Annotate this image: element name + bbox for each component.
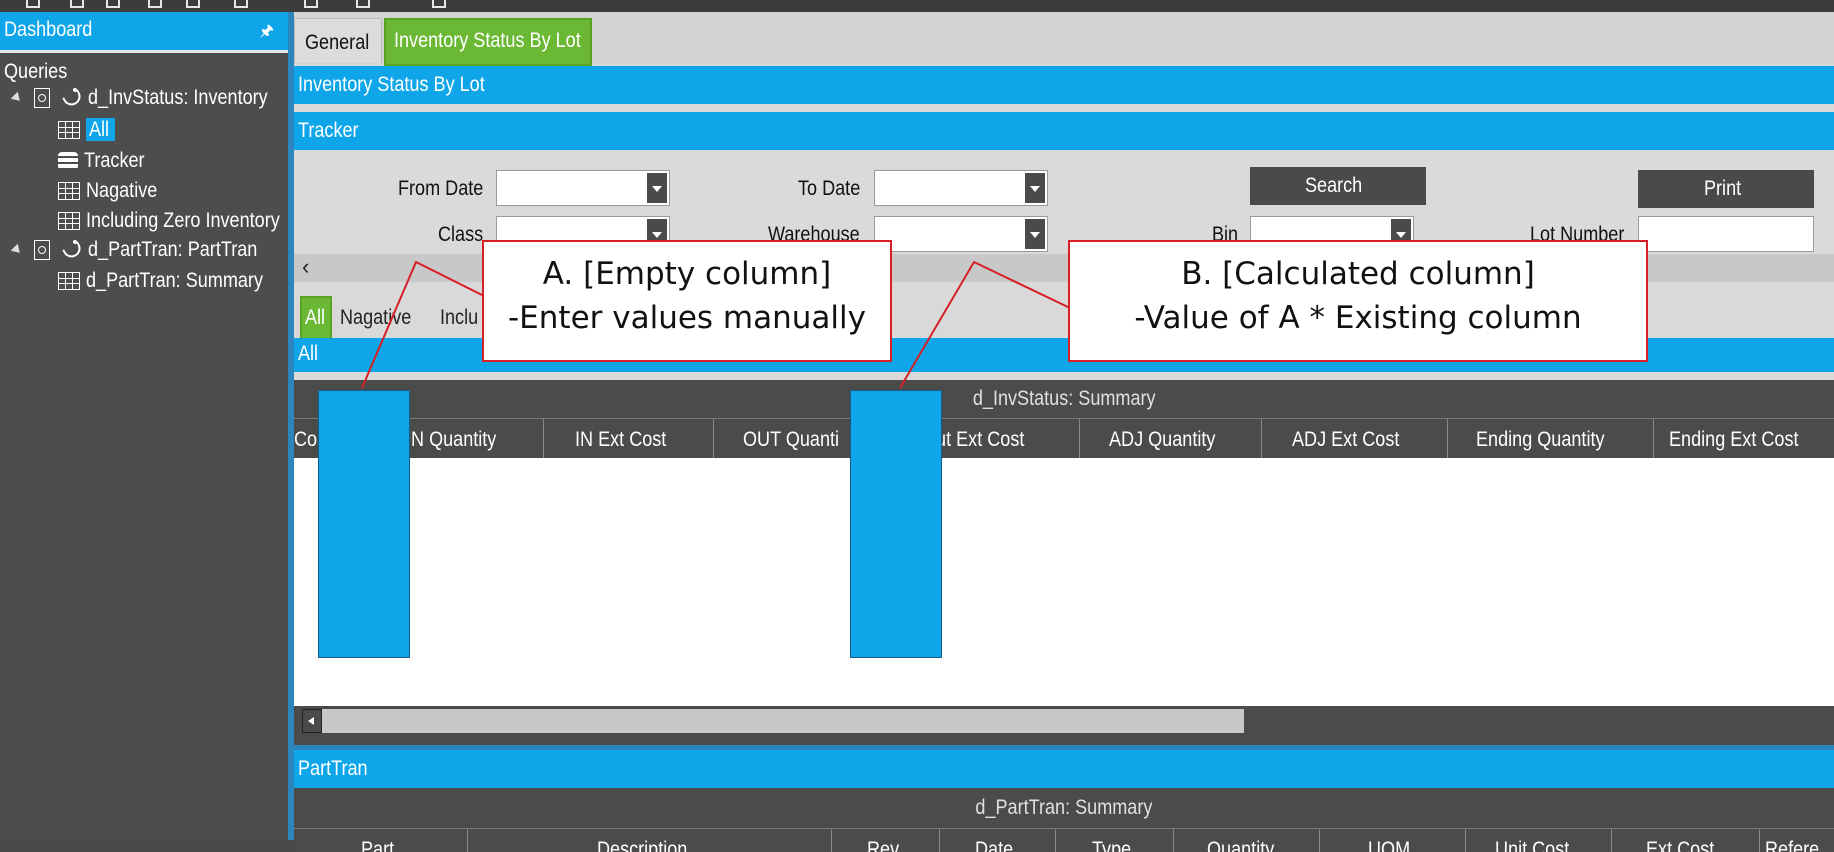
tracker-form: From Date To Date Search Print Class War… [294, 150, 1834, 254]
column-header[interactable]: Description [468, 829, 832, 852]
from-date-label: From Date [398, 177, 484, 200]
column-header[interactable]: IN Ext Cost [544, 419, 714, 459]
warehouse-field[interactable] [874, 216, 1048, 252]
toolbar-icon[interactable] [234, 0, 248, 8]
pin-icon[interactable]: 🖈︎ [259, 20, 274, 47]
column-header[interactable]: Ending Quantity [1448, 419, 1654, 459]
grid-header-row: Co IN Quantity IN Ext Cost OUT Quanti Ou… [294, 418, 1834, 459]
tab-inventory-status-by-lot[interactable]: Inventory Status By Lot [384, 18, 592, 66]
callout-b-title: B. [Calculated column] [1181, 256, 1535, 292]
column-header[interactable]: Ending Ext Cost [1654, 419, 1834, 459]
dropdown-arrow-icon[interactable] [1025, 219, 1045, 249]
grid-icon [58, 182, 80, 201]
column-header[interactable]: ADJ Quantity [1080, 419, 1262, 459]
column-header[interactable]: Unit Cost [1466, 829, 1612, 852]
queries-label: Queries [4, 60, 68, 83]
grid-title: d_InvStatus: Summary [294, 380, 1834, 418]
callout-empty-column: A. [Empty column] -Enter values manually [482, 240, 892, 362]
tree-item-parttran-summary[interactable]: d_PartTran: Summary [58, 269, 292, 293]
print-button[interactable]: Print [1638, 170, 1814, 208]
chevron-left-icon[interactable]: ‹ [302, 254, 309, 280]
tab-general[interactable]: General [294, 18, 382, 63]
sidebar-title: Dashboard [4, 18, 93, 41]
expand-icon[interactable] [10, 244, 24, 257]
scrollbar-thumb[interactable] [302, 709, 1244, 733]
column-header[interactable]: Rev [832, 829, 940, 852]
grid-icon [58, 212, 80, 231]
column-header[interactable]: Quantity [1174, 829, 1320, 852]
search-button[interactable]: Search [1250, 167, 1426, 205]
column-header[interactable]: Refere [1760, 829, 1834, 852]
query-icon [33, 88, 50, 109]
tab-strip: General Inventory Status By Lot [294, 12, 1834, 66]
dropdown-arrow-icon[interactable] [1025, 173, 1045, 203]
dashboard-sidebar: Dashboard 🖈︎ Queries d_InvStatus: Invent… [0, 12, 288, 840]
query-icon [33, 240, 50, 261]
divider [0, 50, 288, 53]
dropdown-arrow-icon[interactable] [647, 173, 667, 203]
top-toolbar [0, 0, 1834, 12]
grid2-title: d_PartTran: Summary [294, 788, 1834, 828]
grid-icon [58, 272, 80, 291]
parttran-bar: PartTran [294, 750, 1834, 788]
database-icon [58, 152, 78, 171]
expand-icon[interactable] [10, 92, 24, 105]
tree-item-tracker[interactable]: Tracker [58, 149, 154, 173]
toolbar-icon[interactable] [356, 0, 370, 8]
lot-number-field[interactable] [1638, 216, 1814, 252]
callout-b-detail: -Value of A * Existing column [1134, 300, 1582, 336]
callout-a-title: A. [Empty column] [542, 256, 832, 292]
column-header[interactable]: ADJ Ext Cost [1262, 419, 1448, 459]
satellite-icon [62, 240, 82, 260]
callout-a-detail: -Enter values manually [508, 300, 866, 336]
column-header[interactable]: Ext Cost [1612, 829, 1760, 852]
toolbar-icon[interactable] [432, 0, 446, 8]
column-header[interactable]: Part [294, 829, 468, 852]
tracker-bar: Tracker [294, 112, 1834, 150]
section-title-bar: Inventory Status By Lot [294, 66, 1834, 104]
grid-body[interactable] [294, 458, 1834, 706]
tree-item-nagative[interactable]: Nagative [58, 179, 169, 203]
spacer [294, 104, 1834, 112]
empty-column-highlight [318, 390, 410, 658]
spacer [294, 372, 1834, 380]
main-panel: General Inventory Status By Lot Inventor… [294, 12, 1834, 852]
tree-node-parttran[interactable]: d_PartTran: PartTran [10, 238, 284, 262]
calculated-column-highlight [850, 390, 942, 658]
toolbar-icon[interactable] [186, 0, 200, 8]
to-date-field[interactable] [874, 170, 1048, 206]
sidebar-header: Dashboard 🖈︎ [0, 12, 288, 50]
column-header[interactable]: UOM [1320, 829, 1466, 852]
toolbar-icon[interactable] [70, 0, 84, 8]
subtab-all[interactable]: All [300, 296, 332, 344]
scroll-left-icon[interactable] [302, 709, 322, 733]
grid-icon [58, 121, 80, 140]
toolbar-icon[interactable] [26, 0, 40, 8]
satellite-icon [62, 88, 82, 108]
column-header[interactable]: Type [1056, 829, 1174, 852]
tree-node-invstatus[interactable]: d_InvStatus: Inventory [10, 86, 297, 110]
toolbar-icon[interactable] [304, 0, 318, 8]
grid2-header-row: Part Description Rev Date Type Quantity … [294, 828, 1834, 852]
column-header[interactable]: Date [940, 829, 1056, 852]
to-date-label: To Date [798, 177, 861, 200]
tree-item-including-zero[interactable]: Including Zero Inventory [58, 209, 311, 233]
toolbar-icon[interactable] [106, 0, 120, 8]
grid-scrollbar[interactable] [294, 706, 1834, 736]
callout-calculated-column: B. [Calculated column] -Value of A * Exi… [1068, 240, 1648, 362]
from-date-field[interactable] [496, 170, 670, 206]
tree-item-all[interactable]: All [58, 118, 116, 142]
toolbar-icon[interactable] [148, 0, 162, 8]
